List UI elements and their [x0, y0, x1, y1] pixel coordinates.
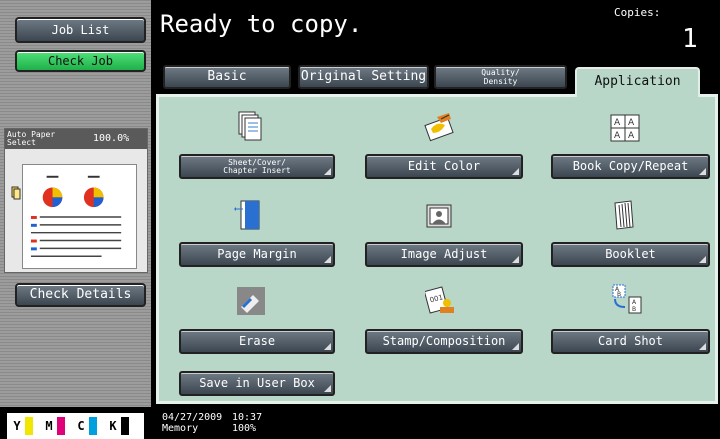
toner-m-label: M — [45, 419, 53, 433]
toner-indicator: Y M C K — [0, 407, 151, 439]
copies-count[interactable]: 1 — [682, 24, 698, 54]
toner-m-level — [57, 417, 65, 435]
application-panel: A A A A Sheet/Cover/ Chapter Insert Edit… — [156, 94, 718, 404]
check-job-button[interactable]: Check Job — [15, 50, 146, 72]
svg-text:B: B — [617, 291, 621, 298]
toner-c-label: C — [77, 419, 85, 433]
booklet-button[interactable]: Booklet — [551, 242, 710, 267]
svg-text:A: A — [614, 118, 621, 128]
toner-bar: Y M C K — [7, 413, 144, 439]
stamp-composition-button[interactable]: Stamp/Composition — [365, 329, 523, 354]
erase-button[interactable]: Erase — [179, 329, 335, 354]
copy-preview: Auto Paper Select 100.0% — [4, 128, 148, 273]
toner-y-level — [25, 417, 33, 435]
time-text: 10:37 — [232, 412, 263, 423]
memory-percent: 100% — [232, 423, 257, 434]
image-adjust-button[interactable]: Image Adjust — [365, 242, 523, 267]
tab-quality-density[interactable]: Quality/ Density — [434, 65, 567, 89]
paper-select-label: Auto Paper Select — [7, 130, 56, 147]
booklet-icon — [614, 200, 634, 230]
image-adjust-icon — [426, 204, 452, 228]
edit-color-button[interactable]: Edit Color — [365, 154, 523, 179]
original-icon — [11, 186, 21, 200]
toner-y-label: Y — [13, 419, 21, 433]
zoom-ratio: 100.0% — [93, 133, 130, 144]
check-details-button[interactable]: Check Details — [15, 283, 146, 307]
left-panel: Job List Check Job Auto Paper Select 100… — [0, 0, 151, 439]
svg-text:B: B — [632, 306, 636, 313]
sheet-cover-chapter-insert-button[interactable]: Sheet/Cover/ Chapter Insert — [179, 154, 335, 179]
toner-c-level — [89, 417, 97, 435]
card-shot-icon: A B A B — [612, 284, 642, 314]
svg-text:A: A — [614, 131, 621, 141]
footer-time: 10:37 100% — [232, 412, 262, 434]
tab-basic[interactable]: Basic — [163, 65, 291, 89]
job-list-button[interactable]: Job List — [15, 17, 146, 43]
date-text: 04/27/2009 — [162, 412, 223, 423]
card-shot-button[interactable]: Card Shot — [551, 329, 710, 354]
sheet-cover-icon — [238, 111, 262, 141]
edit-color-icon — [424, 113, 454, 142]
svg-text:A: A — [628, 131, 635, 141]
book-copy-repeat-button[interactable]: Book Copy/Repeat — [551, 154, 710, 179]
book-copy-icon: A A A A — [610, 114, 640, 142]
page-margin-icon — [234, 200, 260, 230]
page-margin-button[interactable]: Page Margin — [179, 242, 335, 267]
preview-page-image — [22, 164, 137, 269]
status-message: Ready to copy. — [160, 10, 363, 38]
mode-text: Memory — [162, 423, 199, 434]
tab-application[interactable]: Application — [575, 67, 700, 97]
toner-k-label: K — [109, 419, 117, 433]
stamp-composition-icon: 001 — [425, 286, 454, 314]
footer-date: 04/27/2009 Memory — [162, 412, 222, 434]
svg-text:A: A — [628, 118, 635, 128]
toner-k-level — [121, 417, 129, 435]
copies-label: Copies: — [614, 6, 661, 19]
erase-icon — [237, 287, 265, 315]
tab-original-setting[interactable]: Original Setting — [298, 65, 429, 89]
save-in-user-box-button[interactable]: Save in User Box — [179, 371, 335, 396]
